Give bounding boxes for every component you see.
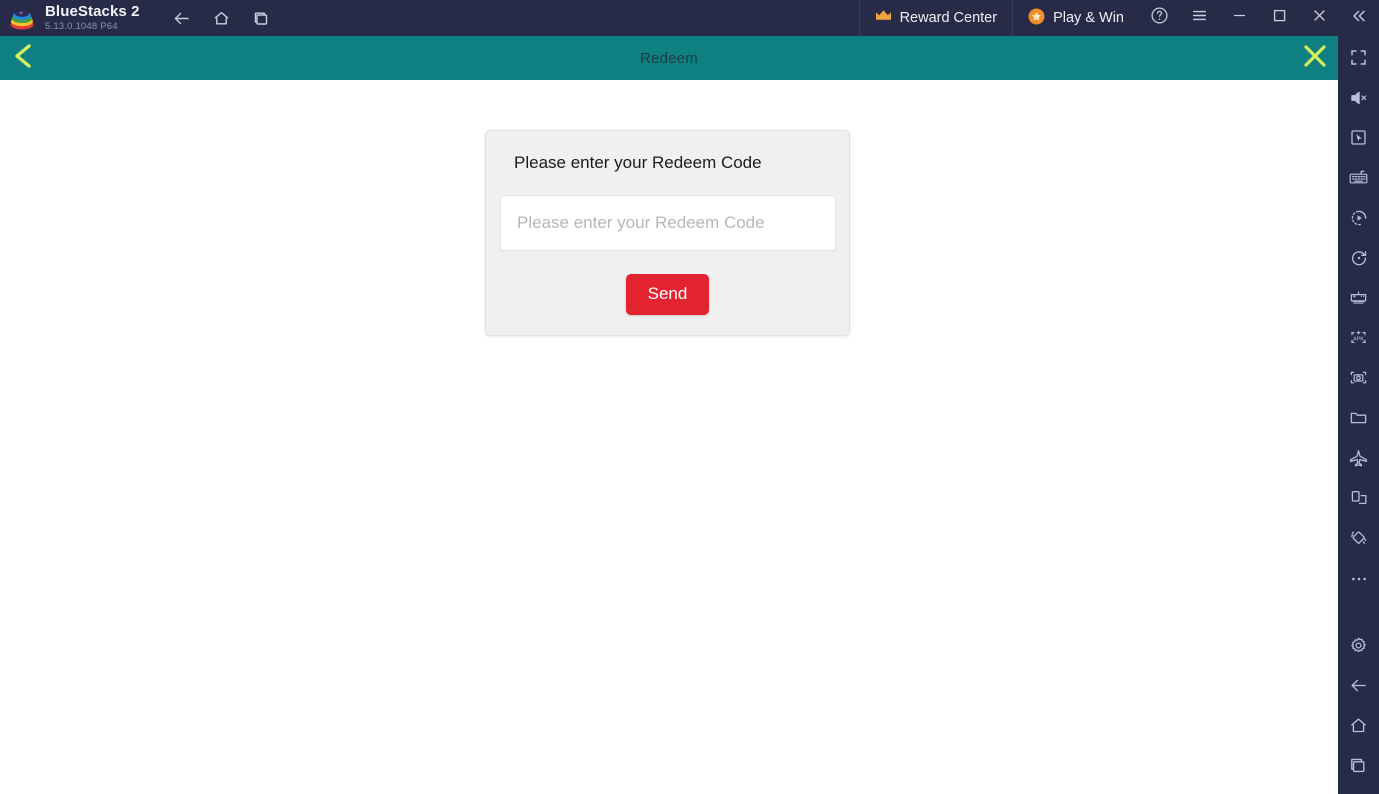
mute-icon [1349,88,1369,113]
sidebar-item-android-home[interactable] [1338,708,1379,748]
title-bar-left: BlueStacks 2 5.13.0.1048 P64 [0,0,140,36]
app-content: Please enter your Redeem Code Send [0,80,1338,794]
app-version: 5.13.0.1048 P64 [45,21,118,33]
right-toolbar: APK [1338,36,1379,794]
collapse-double-chevron-icon [1350,7,1368,30]
play-and-win-button[interactable]: Play & Win [1012,0,1139,36]
titlebar-home-button[interactable] [202,0,242,36]
play-and-win-label: Play & Win [1053,10,1124,26]
sidebar-item-screenshot[interactable] [1338,360,1379,400]
gear-icon [1348,635,1369,661]
dialog-actions: Send [500,274,835,315]
rotate-icon [1349,248,1369,273]
sidebar-item-media-manager[interactable] [1338,400,1379,440]
app-title: BlueStacks 2 [45,3,140,21]
title-bar: BlueStacks 2 5.13.0.1048 P64 Reward Cent… [0,0,1379,36]
sidebar-item-shake[interactable] [1338,520,1379,560]
send-button[interactable]: Send [625,274,710,315]
multi-instance-icon [1349,488,1369,512]
sidebar-item-settings[interactable] [1338,628,1379,668]
more-ellipsis-icon [1349,571,1369,589]
maximize-button[interactable] [1259,0,1299,36]
back-chevron-icon [10,41,36,76]
keyboard-icon [1348,168,1369,192]
titlebar-nav-group [162,0,282,36]
app-back-button[interactable] [0,36,46,80]
dialog-title: Please enter your Redeem Code [514,153,762,172]
menu-button[interactable] [1179,0,1219,36]
macro-record-icon [1349,208,1369,233]
sidebar-item-install-apk[interactable]: APK [1338,320,1379,360]
screenshot-icon [1348,368,1369,392]
close-icon [1311,7,1328,29]
bluestacks-layered-logo-icon [8,4,36,32]
collapse-sidebar-button[interactable] [1339,0,1379,36]
sidebar-item-pointer-mode[interactable] [1338,120,1379,160]
title-bar-right: Reward Center Play & Win [858,0,1379,36]
folder-icon [1348,408,1369,432]
shake-icon [1348,528,1369,553]
fullscreen-icon [1349,48,1368,72]
android-screen: Redeem Please enter your Redeem Code Sen… [0,36,1338,794]
sidebar-item-multi-instance[interactable] [1338,480,1379,520]
gamepad-icon [1348,288,1369,312]
help-button[interactable] [1139,0,1179,36]
home-icon [1348,715,1369,741]
recents-icon [1348,755,1369,781]
svg-text:APK: APK [1353,337,1364,343]
sidebar-item-more[interactable] [1338,560,1379,600]
redeem-code-dialog: Please enter your Redeem Code Send [485,130,850,336]
redeem-code-input[interactable] [500,195,836,251]
cursor-pointer-icon [1349,128,1368,152]
sidebar-item-android-back[interactable] [1338,668,1379,708]
sidebar-item-mute[interactable] [1338,80,1379,120]
crown-icon [875,9,892,27]
brand-block: BlueStacks 2 5.13.0.1048 P64 [45,4,140,32]
help-icon [1150,6,1169,30]
titlebar-back-button[interactable] [162,0,202,36]
apk-install-icon: APK [1348,328,1369,352]
sidebar-item-rotate[interactable] [1338,240,1379,280]
page-title: Redeem [640,49,698,67]
sidebar-item-fullscreen[interactable] [1338,40,1379,80]
maximize-icon [1271,7,1288,29]
minimize-icon [1231,7,1248,29]
sidebar-item-game-controls[interactable] [1338,160,1379,200]
app-close-button[interactable] [1292,36,1338,80]
titlebar-recents-button[interactable] [242,0,282,36]
close-x-icon [1300,41,1330,76]
hamburger-menu-icon [1190,6,1209,30]
sidebar-item-macro-recorder[interactable] [1338,200,1379,240]
reward-center-label: Reward Center [899,10,998,26]
stage: Redeem Please enter your Redeem Code Sen… [0,36,1379,794]
reward-center-button[interactable]: Reward Center [858,0,1013,36]
star-badge-icon [1028,8,1045,29]
airplane-icon [1348,448,1369,473]
back-arrow-icon [1348,675,1369,701]
sidebar-item-gamepad[interactable] [1338,280,1379,320]
sidebar-item-eco-mode[interactable] [1338,440,1379,480]
close-window-button[interactable] [1299,0,1339,36]
minimize-button[interactable] [1219,0,1259,36]
bluestacks-window: BlueStacks 2 5.13.0.1048 P64 Reward Cent… [0,0,1379,794]
sidebar-item-android-recents[interactable] [1338,748,1379,788]
app-header-bar: Redeem [0,36,1338,80]
